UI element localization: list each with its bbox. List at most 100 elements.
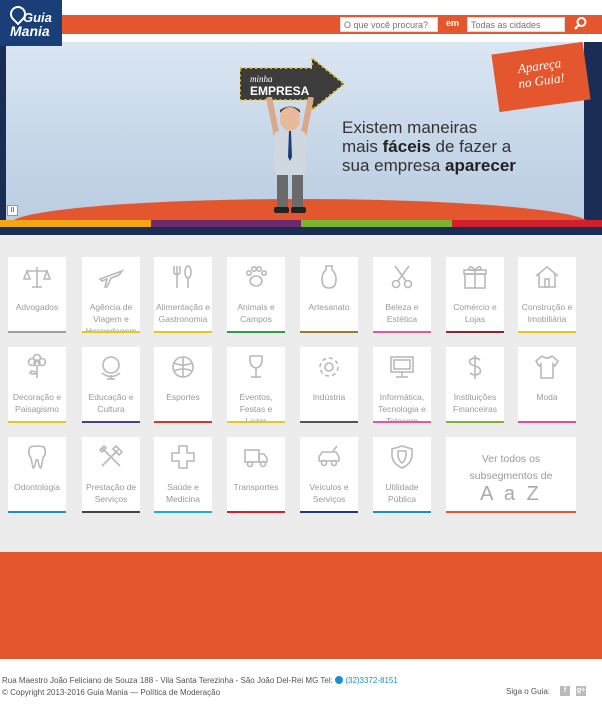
category-tile[interactable]: Decoração e Paisagismo: [8, 347, 66, 423]
footer-copyright: © Copyright 2013-2016 Guia Mania — Polít…: [2, 688, 221, 697]
headline-line-2: mais fáceis de fazer a: [342, 137, 516, 156]
car-icon: [318, 445, 340, 467]
category-underline: [300, 511, 358, 513]
category-label: Decoração e Paisagismo: [12, 392, 62, 414]
category-tile[interactable]: Saúde e Medicina: [154, 437, 212, 513]
tooth-icon: [27, 445, 47, 469]
category-tile[interactable]: Odontologia: [8, 437, 66, 513]
category-underline: [8, 331, 66, 333]
category-underline: [82, 331, 140, 333]
category-underline: [82, 511, 140, 513]
color-stripe: [0, 220, 602, 227]
category-label: Odontologia: [14, 482, 60, 492]
headline-3b: aparecer: [445, 156, 516, 175]
category-tile[interactable]: Educação e Cultura: [82, 347, 140, 423]
category-underline: [8, 421, 66, 423]
pause-icon[interactable]: II: [7, 205, 18, 216]
category-tile[interactable]: Instituições Financeiras: [446, 347, 504, 423]
cross-icon: [171, 445, 195, 469]
tools-icon: [98, 444, 124, 467]
category-tile[interactable]: Comércio e Lojas: [446, 257, 504, 333]
category-underline: [446, 421, 504, 423]
category-tile[interactable]: Agência de Viagem e Hospedagem: [82, 257, 140, 333]
search-button-icon[interactable]: [572, 16, 588, 32]
category-underline: [446, 331, 504, 333]
shirt-icon: [534, 354, 560, 379]
headline-2b: fáceis: [382, 137, 431, 156]
banner-bottom-band: [0, 227, 602, 235]
category-tile[interactable]: Transportes: [227, 437, 285, 513]
category-label: Educação e Cultura: [88, 392, 134, 414]
house-icon: [535, 265, 559, 288]
category-tile[interactable]: Esportes: [154, 347, 212, 423]
guia-mania-logo[interactable]: Guia Mania: [0, 0, 62, 46]
category-tile[interactable]: Advogados: [8, 257, 66, 333]
category-tile[interactable]: Eventos, Festas e Lazer: [227, 347, 285, 423]
category-label: Advogados: [15, 302, 59, 312]
category-tile[interactable]: Animais e Campos: [227, 257, 285, 333]
google-plus-icon[interactable]: g+: [576, 686, 586, 696]
category-tile[interactable]: Beleza e Estética: [373, 257, 431, 333]
banner-left-edge: [0, 42, 6, 235]
sign-big-text: EMPRESA: [250, 84, 310, 98]
category-underline: [518, 331, 576, 333]
category-tile[interactable]: Indústria: [300, 347, 358, 423]
view-all-underline: [446, 511, 576, 513]
gear-icon: [319, 357, 339, 377]
appear-stamp[interactable]: Apareça no Guia!: [491, 42, 591, 113]
search-input[interactable]: [340, 17, 438, 32]
category-label: Agência de Viagem e Hospedagem: [85, 302, 137, 331]
paw-icon: [246, 265, 267, 287]
category-underline: [300, 421, 358, 423]
category-underline: [82, 421, 140, 423]
category-underline: [518, 421, 576, 423]
promo-banner[interactable]: minha EMPRESA Existem maneiras mais fáce…: [0, 42, 602, 235]
top-bar: Guia Mania em: [0, 0, 602, 46]
phone-link[interactable]: (32)3372-8151: [345, 676, 397, 685]
category-label: Artesanato: [308, 302, 350, 312]
utensils-icon: [173, 265, 192, 288]
category-underline: [227, 331, 285, 333]
view-all-line-1: Ver todos os: [481, 453, 541, 465]
view-all-subsegments-tile[interactable]: Ver todos os subsegmentos de A a Z: [446, 437, 576, 513]
color-stripe-segment: [0, 220, 151, 227]
category-tile[interactable]: Veículos e Serviços: [300, 437, 358, 513]
gift-icon: [463, 265, 487, 289]
orange-promo-area: [0, 552, 602, 659]
category-tile[interactable]: Construção e Imobiliária: [518, 257, 576, 333]
category-label: Construção e Imobiliária: [521, 302, 573, 324]
facebook-icon[interactable]: f: [560, 686, 570, 696]
scissors-icon: [391, 265, 413, 289]
color-stripe-segment: [301, 220, 452, 227]
footer: Rua Maestro João Feliciano de Souza 188 …: [0, 659, 602, 725]
airplane-icon: [98, 269, 125, 288]
category-tile[interactable]: Informática, Tecnologia e Telecom: [373, 347, 431, 423]
shield-icon: [391, 445, 413, 469]
category-underline: [373, 511, 431, 513]
scales-icon: [23, 267, 51, 288]
category-underline: [300, 331, 358, 333]
category-label: Esportes: [166, 392, 200, 402]
banner-headline: Existem maneiras mais fáceis de fazer a …: [342, 118, 516, 175]
category-tile[interactable]: Prestação de Serviços: [82, 437, 140, 513]
category-tile[interactable]: Utilidade Pública: [373, 437, 431, 513]
category-label: Indústria: [312, 392, 346, 402]
category-label: Veículos e Serviços: [309, 482, 349, 504]
ball-icon: [172, 356, 194, 378]
category-tile[interactable]: Moda: [518, 347, 576, 423]
globe-icon: [101, 356, 121, 380]
headline-line-1: Existem maneiras: [342, 118, 478, 137]
location-input[interactable]: [467, 17, 565, 32]
a-to-z-label: A a Z: [480, 483, 542, 505]
category-underline: [8, 511, 66, 513]
category-tile[interactable]: Artesanato: [300, 257, 358, 333]
color-stripe-segment: [150, 220, 301, 227]
color-stripe-segment: [451, 220, 602, 227]
headline-line-3: sua empresa aparecer: [342, 156, 516, 175]
category-underline: [154, 421, 212, 423]
headline-3a: sua empresa: [342, 156, 445, 175]
category-tile[interactable]: Alimentação e Gastronomia: [154, 257, 212, 333]
categories-grid: Ver todos os subsegmentos de A a Z Advog…: [0, 235, 602, 552]
category-label: Eventos, Festas e Lazer: [239, 392, 273, 421]
headline-2a: mais: [342, 137, 383, 156]
